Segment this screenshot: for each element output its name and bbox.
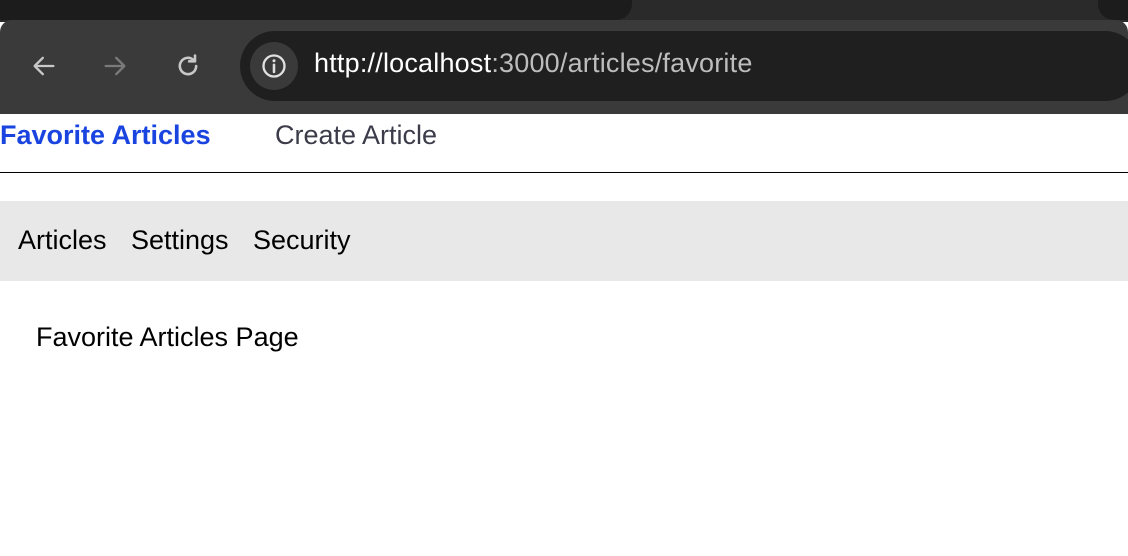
site-info-icon bbox=[262, 54, 286, 78]
subnav-security[interactable]: Security bbox=[253, 225, 351, 256]
nav-favorite-articles[interactable]: Favorite Articles bbox=[0, 120, 211, 151]
back-button[interactable] bbox=[26, 46, 62, 86]
subnav-settings[interactable]: Settings bbox=[131, 225, 229, 256]
url-path: :3000/articles/favorite bbox=[491, 48, 753, 78]
nav-create-article[interactable]: Create Article bbox=[275, 120, 437, 151]
site-info-button[interactable] bbox=[250, 42, 298, 90]
url-text[interactable]: http://localhost:3000/articles/favorite bbox=[314, 48, 753, 79]
sub-navigation: Articles Settings Security bbox=[0, 201, 1128, 281]
back-arrow-icon bbox=[33, 56, 55, 76]
forward-arrow-icon bbox=[104, 56, 126, 76]
subnav-articles[interactable]: Articles bbox=[18, 225, 107, 256]
top-navigation: Favorite Articles Create Article bbox=[0, 114, 1128, 172]
forward-button[interactable] bbox=[97, 46, 133, 86]
url-host: http://localhost bbox=[314, 48, 492, 78]
reload-icon bbox=[178, 54, 198, 76]
page-content-text: Favorite Articles Page bbox=[36, 322, 299, 352]
reload-button[interactable] bbox=[170, 46, 206, 86]
nav-divider bbox=[0, 172, 1128, 173]
active-tab[interactable] bbox=[0, 0, 632, 20]
